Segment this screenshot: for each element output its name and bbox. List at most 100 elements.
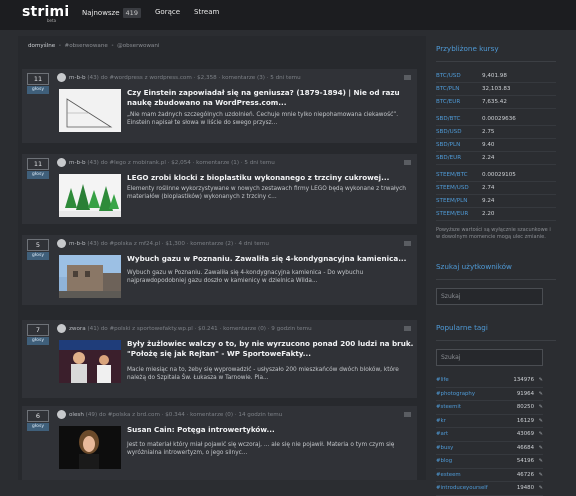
tag-row[interactable]: #photography 91964 ✎	[436, 388, 543, 401]
rate-value: 9.24	[482, 198, 495, 204]
breadcrumb-default[interactable]: domyślne	[28, 43, 55, 49]
site-logo[interactable]: strimi	[22, 4, 69, 20]
avatar[interactable]	[57, 239, 66, 248]
nav-stream[interactable]: Stream	[194, 8, 219, 16]
edit-icon[interactable]: ✎	[534, 415, 543, 428]
tag-row[interactable]: #blog 54196 ✎	[436, 455, 543, 469]
rate-pair: BTC/EUR	[436, 99, 461, 105]
post-card: 11 głosy m-b-b (43) do #lego z mobirank.…	[22, 154, 417, 224]
post-author[interactable]: m-b-b	[69, 75, 86, 81]
post-thumbnail[interactable]	[59, 174, 121, 217]
vote-count: 6	[27, 410, 49, 422]
post-meta-details: do #lego z mobirank.pl · $2,054 · koment…	[100, 160, 275, 166]
avatar[interactable]	[57, 324, 66, 333]
nav-newest[interactable]: Najnowsze 419	[82, 8, 141, 18]
edit-icon[interactable]: ✎	[534, 455, 543, 468]
people-at-event-image	[59, 340, 121, 383]
tag-name[interactable]: #kr	[436, 415, 504, 428]
flag-icon[interactable]	[404, 412, 411, 417]
flag-icon[interactable]	[404, 241, 411, 246]
post-thumbnail[interactable]	[59, 426, 121, 469]
tag-name[interactable]: #life	[436, 374, 504, 387]
tag-name[interactable]: #photography	[436, 388, 504, 401]
lego-trees-image	[59, 184, 121, 217]
tag-name[interactable]: #introduceyourself	[436, 482, 504, 495]
tag-name[interactable]: #steemit	[436, 401, 504, 414]
avatar[interactable]	[57, 410, 66, 419]
tag-count: 54196	[516, 458, 534, 464]
tag-row[interactable]: #steemit 80250 ✎	[436, 401, 543, 415]
post-title[interactable]: Susan Cain: Potęga introwertyków...	[127, 425, 415, 435]
building-ruins-image	[59, 255, 121, 298]
post-meta: m-b-b (43) do #wordpress z wordpress.com…	[57, 73, 301, 82]
rate-pair: SBD/EUR	[436, 155, 462, 161]
rate-row: BTC/EUR 7,635.42	[436, 96, 556, 109]
vote-count: 11	[27, 158, 49, 170]
post-description: „Nie mam żadnych szczególnych uzdolnień.…	[127, 112, 399, 127]
tag-row[interactable]: #kr 16129 ✎	[436, 415, 543, 428]
vote-box: 5 głosy	[27, 239, 49, 260]
edit-icon[interactable]: ✎	[534, 388, 543, 401]
post-author[interactable]: zwora	[69, 326, 86, 332]
tag-name[interactable]: #blog	[436, 455, 504, 468]
post-thumbnail[interactable]	[59, 255, 121, 298]
breadcrumb-observed-tags[interactable]: #obserwowane	[65, 43, 108, 49]
user-search-input[interactable]: Szukaj	[436, 288, 543, 305]
rate-value: 2.20	[482, 211, 495, 217]
tag-name[interactable]: #busy	[436, 442, 504, 455]
post-title[interactable]: LEGO zrobi klocki z bioplastiku wykonane…	[127, 173, 415, 183]
flag-icon[interactable]	[404, 160, 411, 165]
post-thumbnail[interactable]	[59, 89, 121, 132]
post-author[interactable]: m-b-b	[69, 241, 86, 247]
rate-row: SBD/EUR 2.24	[436, 152, 556, 165]
post-title[interactable]: Były żużlowiec walczy o to, by nie wyrzu…	[127, 339, 415, 358]
tag-row[interactable]: #introduceyourself 19480 ✎	[436, 482, 543, 496]
flag-icon[interactable]	[404, 75, 411, 80]
edit-icon[interactable]: ✎	[534, 442, 543, 455]
post-author[interactable]: m-b-b	[69, 160, 86, 166]
logo-beta-label: beta	[47, 18, 57, 23]
rate-row: STEEM/PLN 9.24	[436, 195, 556, 208]
edit-icon[interactable]: ✎	[534, 374, 543, 387]
rate-value: 9,401.98	[482, 73, 507, 79]
vote-button[interactable]: głosy	[27, 337, 49, 345]
vote-button[interactable]: głosy	[27, 423, 49, 431]
post-title[interactable]: Czy Einstein zapowiadał się na geniusza?…	[127, 88, 415, 107]
post-title[interactable]: Wybuch gazu w Poznaniu. Zawaliła się 4-k…	[127, 254, 415, 264]
post-meta-details: do #wordpress z wordpress.com · $2,358 ·…	[100, 75, 301, 81]
edit-icon[interactable]: ✎	[534, 401, 543, 414]
top-navigation-bar: strimi beta Najnowsze 419 Gorące Stream	[0, 0, 576, 30]
post-thumbnail[interactable]	[59, 340, 121, 383]
avatar[interactable]	[57, 158, 66, 167]
tag-name[interactable]: #art	[436, 428, 504, 441]
vote-count: 11	[27, 73, 49, 85]
tag-row[interactable]: #busy 46684 ✎	[436, 442, 543, 455]
speaker-portrait-image	[59, 426, 121, 469]
rate-pair: STEEM/PLN	[436, 198, 468, 204]
vote-button[interactable]: głosy	[27, 86, 49, 94]
rates-disclaimer: Powyższe wartości są wyłącznie szacunkow…	[436, 227, 551, 240]
post-description: Elementy roślinne wykorzystywane w nowyc…	[127, 186, 406, 201]
sidebar: Przybliżone kursy BTC/USD 9,401.98 BTC/PL…	[436, 36, 556, 496]
vote-button[interactable]: głosy	[27, 252, 49, 260]
post-author[interactable]: olesh	[69, 412, 84, 418]
edit-icon[interactable]: ✎	[534, 469, 543, 482]
tag-name[interactable]: #esteem	[436, 469, 504, 482]
tag-count: 46684	[516, 444, 534, 451]
edit-icon[interactable]: ✎	[534, 428, 543, 441]
rate-row: SBD/BTC 0.00029636	[436, 113, 556, 126]
vote-box: 7 głosy	[27, 324, 49, 345]
tag-row[interactable]: #art 43069 ✎	[436, 428, 543, 442]
main-feed: domyślne • #obserwowane • @obserwowani 11 gł…	[18, 36, 426, 480]
vote-button[interactable]: głosy	[27, 171, 49, 179]
rate-value: 2.75	[482, 129, 495, 135]
flag-icon[interactable]	[404, 326, 411, 331]
breadcrumb-observed-users[interactable]: @obserwowani	[117, 43, 159, 49]
avatar[interactable]	[57, 73, 66, 82]
tag-search-input[interactable]: Szukaj	[436, 349, 543, 366]
rate-pair: SBD/USD	[436, 129, 462, 135]
edit-icon[interactable]: ✎	[534, 482, 543, 495]
tag-row[interactable]: #life 134976 ✎	[436, 374, 543, 388]
nav-hot[interactable]: Gorące	[155, 8, 180, 16]
post-meta-details: do #polska z brd.com · $0.344 · komentar…	[98, 412, 283, 418]
